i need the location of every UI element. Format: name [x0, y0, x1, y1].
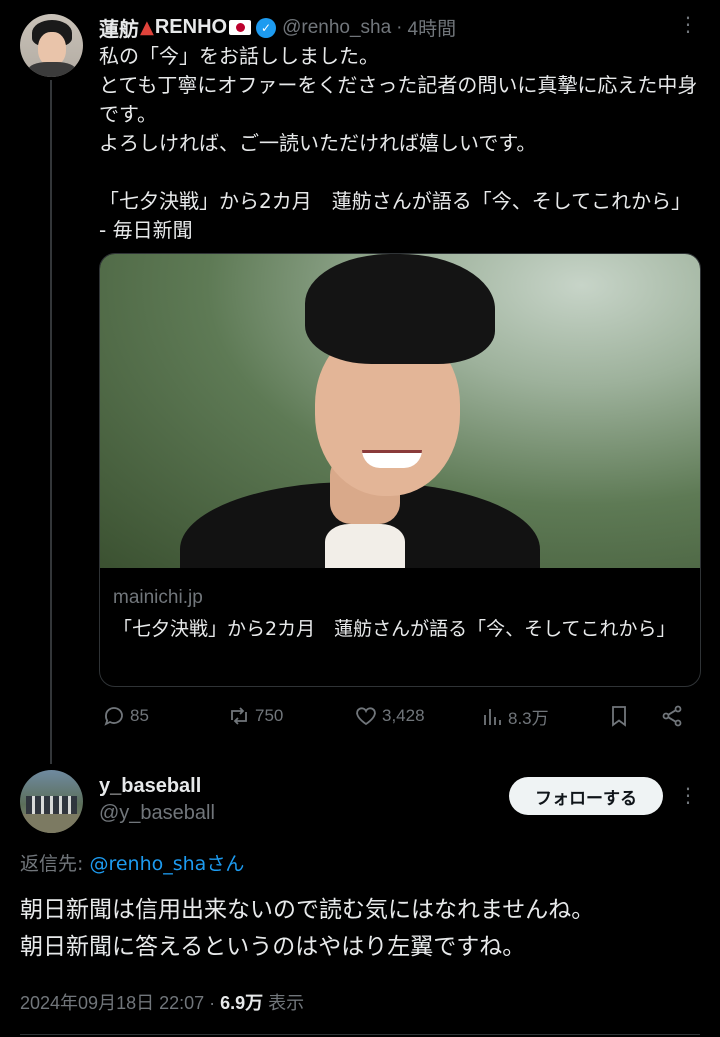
reply-to-mention[interactable]: @renho_shaさん: [89, 853, 244, 875]
views-button[interactable]: 8.3万: [480, 704, 549, 729]
reply-author-handle[interactable]: @y_baseball: [99, 802, 215, 825]
analytics-icon: [484, 708, 501, 725]
like-count: 3,428: [382, 706, 425, 725]
reply-icon: [104, 707, 123, 726]
tweet-time[interactable]: 4時間: [408, 14, 457, 41]
repost-button[interactable]: 750: [227, 704, 283, 728]
reply-author-name-row: y_baseball: [99, 775, 201, 798]
repost-count: 750: [255, 706, 284, 725]
like-button[interactable]: 3,428: [354, 704, 425, 728]
repost-icon: [231, 707, 247, 725]
verified-badge-icon[interactable]: ✓: [256, 17, 277, 38]
reply-author-handle-row: @y_baseball: [99, 802, 215, 825]
divider: [20, 1034, 700, 1035]
reply-to-prefix: 返信先:: [20, 853, 90, 875]
y-baseball-avatar[interactable]: [20, 770, 83, 833]
author-handle[interactable]: @renho_sha: [282, 17, 391, 39]
reply-tweet-text: 朝日新聞は信用出来ないので読む気にはなれませんね。 朝日新聞に答えるというのはや…: [20, 897, 595, 960]
reply-views-label: 表示: [263, 993, 305, 1013]
tweet-actions: 85 750 3,428 8.3万: [102, 704, 692, 734]
views-count: 8.3万: [508, 709, 549, 728]
reply-button[interactable]: 85: [102, 704, 149, 728]
reply-timestamp[interactable]: 2024年09月18日 22:07: [20, 993, 204, 1013]
heart-icon: [356, 707, 376, 726]
share-button[interactable]: [660, 704, 688, 728]
bookmark-icon: [612, 706, 626, 727]
follow-button[interactable]: フォローする: [509, 777, 663, 815]
more-dots-icon[interactable]: ⋮: [678, 14, 698, 34]
reply-views-count: 6.9万: [220, 993, 264, 1013]
card-title: 「七夕決戦」から2カ月 蓮舫さんが語る「今、そしてこれから」: [113, 618, 676, 640]
reply-meta: 2024年09月18日 22:07 · 6.9万 表示: [20, 989, 304, 1015]
thread-connector-line: [50, 80, 52, 764]
reply-count: 85: [130, 706, 149, 725]
card-image[interactable]: [100, 254, 700, 568]
main-tweet-header: 蓮舫 ▲ RENHO ✓ @renho_sha · 4時間: [99, 13, 456, 42]
reply-author-name[interactable]: y_baseball: [99, 775, 201, 798]
more-dots-icon[interactable]: ⋮: [678, 785, 698, 805]
author-name-suffix[interactable]: RENHO: [155, 16, 227, 39]
japan-flag-icon: [229, 20, 252, 35]
share-icon: [662, 705, 682, 727]
author-name[interactable]: 蓮舫: [99, 13, 139, 42]
replying-to: 返信先: @renho_shaさん: [20, 849, 244, 876]
card-domain: mainichi.jp: [113, 587, 203, 608]
link-card[interactable]: mainichi.jp 「七夕決戦」から2カ月 蓮舫さんが語る「今、そしてこれか…: [99, 253, 701, 687]
renho-avatar[interactable]: [20, 14, 83, 77]
meta-dot: ·: [204, 993, 221, 1013]
bookmark-button[interactable]: [607, 704, 635, 728]
main-tweet-text: 私の「今」をお話ししました。 とても丁寧にオファーをくださった記者の問いに真摯に…: [99, 44, 698, 242]
separator-dot: ·: [396, 16, 403, 38]
tokyo-tower-icon: ▲: [140, 17, 154, 38]
